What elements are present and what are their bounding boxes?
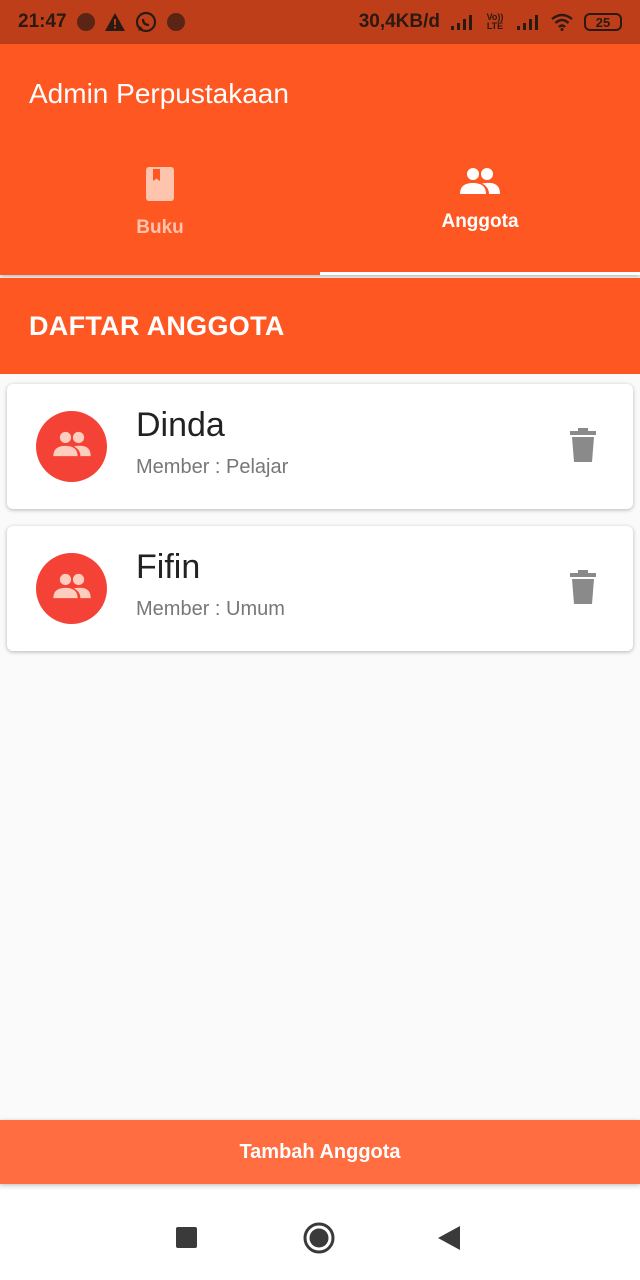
battery-icon: 25	[584, 13, 622, 31]
volte-label: Vo)) LTE	[486, 12, 504, 31]
status-bar-right: 30,4KB/d Vo)) LTE 25	[359, 11, 622, 33]
recents-button[interactable]	[176, 1227, 197, 1253]
avatar	[36, 553, 107, 624]
home-button[interactable]	[303, 1222, 335, 1259]
list-item[interactable]: Fifin Member : Umum	[7, 526, 633, 651]
tab-buku[interactable]: Buku	[0, 152, 320, 275]
tab-indicator	[320, 272, 640, 275]
home-circle-icon	[303, 1222, 335, 1259]
trash-icon	[570, 569, 596, 609]
notification-dot-icon	[76, 13, 95, 31]
people-icon	[52, 572, 92, 605]
tab-bar: Buku Anggota	[0, 152, 640, 275]
app-bar: Admin Perpustakaan Buku Anggota	[0, 44, 640, 275]
status-bar: 21:47 30,4KB/d Vo)) LTE 25	[0, 0, 640, 44]
network-speed: 30,4KB/d	[358, 11, 440, 32]
notification-dot-icon	[166, 13, 185, 31]
member-type: Member : Pelajar	[136, 456, 289, 478]
member-type: Member : Umum	[136, 598, 285, 620]
status-bar-left: 21:47	[18, 11, 185, 33]
warning-icon	[104, 13, 125, 31]
avatar	[36, 411, 107, 482]
square-icon	[176, 1227, 197, 1253]
list-item[interactable]: Dinda Member : Pelajar	[7, 384, 633, 509]
section-title: DAFTAR ANGGOTA	[29, 310, 285, 341]
status-time: 21:47	[18, 11, 67, 32]
delete-button[interactable]	[569, 427, 597, 467]
add-member-button[interactable]: Tambah Anggota	[0, 1120, 640, 1184]
signal-icon	[516, 14, 540, 30]
wifi-icon	[550, 13, 574, 31]
section-header: DAFTAR ANGGOTA	[0, 278, 640, 374]
people-icon	[52, 430, 92, 463]
member-name: Dinda	[136, 406, 225, 444]
tab-anggota[interactable]: Anggota	[320, 152, 640, 275]
back-button[interactable]	[438, 1226, 460, 1255]
member-list: Dinda Member : Pelajar Fifin Member : Um…	[7, 384, 633, 668]
signal-icon	[450, 14, 474, 30]
app-title: Admin Perpustakaan	[29, 78, 289, 109]
delete-button[interactable]	[569, 569, 597, 609]
member-name: Fifin	[136, 548, 201, 586]
tab-label: Buku	[136, 217, 184, 238]
tab-label: Anggota	[441, 211, 519, 232]
people-icon	[459, 166, 501, 201]
book-icon	[145, 166, 175, 207]
trash-icon	[570, 427, 596, 467]
system-nav-bar	[0, 1190, 640, 1280]
whatsapp-icon	[135, 11, 157, 33]
back-triangle-icon	[438, 1226, 460, 1255]
